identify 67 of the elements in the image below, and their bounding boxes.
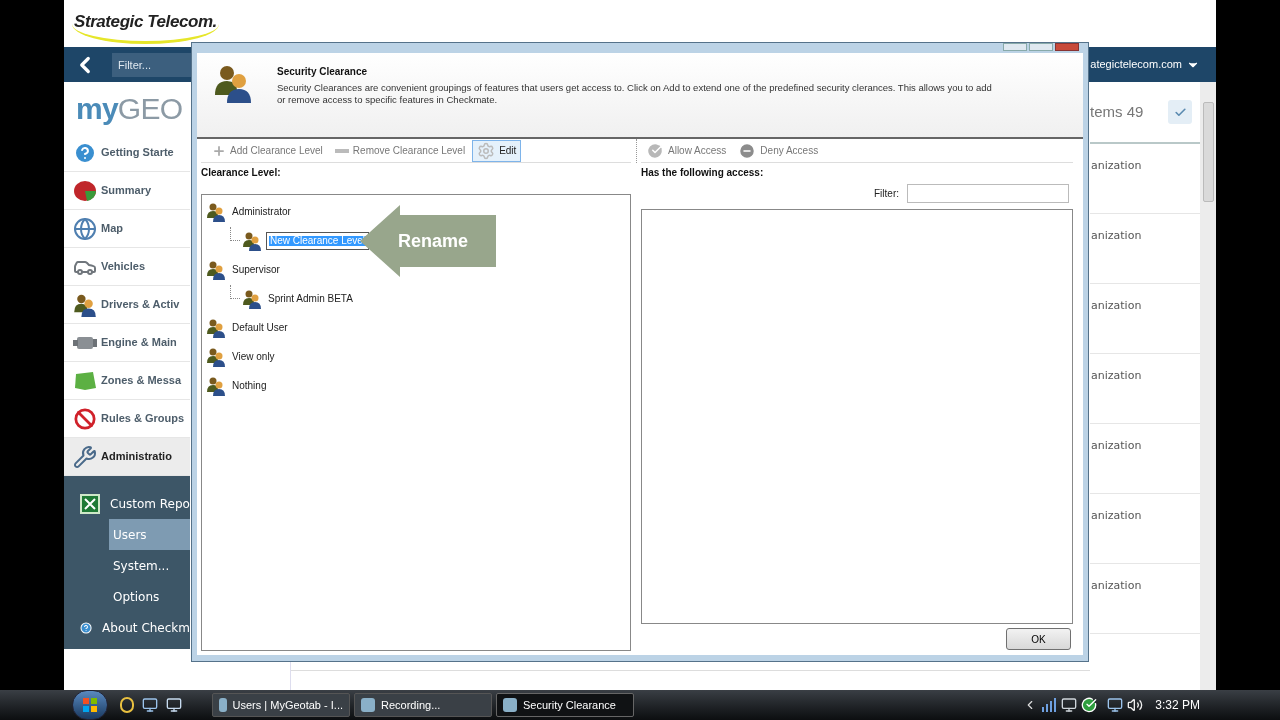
tree-item[interactable]: Default User	[232, 320, 288, 335]
minus-circle-icon	[738, 141, 757, 160]
start-button[interactable]	[72, 690, 108, 720]
scrollbar[interactable]	[1200, 82, 1216, 690]
taskbar-button[interactable]: Security Clearance	[496, 693, 634, 717]
desktop-icon[interactable]	[142, 697, 158, 713]
window-switch-icon[interactable]	[166, 697, 182, 713]
people-icon	[213, 63, 253, 103]
account-menu[interactable]: ategictelecom.com	[1090, 56, 1200, 73]
people-icon	[206, 375, 226, 396]
sidebar-item[interactable]: Vehicles	[64, 248, 190, 286]
zone-shape-icon	[73, 369, 97, 392]
app-icon	[219, 698, 227, 712]
submenu-item[interactable]: About Checkm	[64, 612, 190, 643]
plus-icon	[212, 143, 226, 158]
monitor-icon[interactable]	[1107, 697, 1124, 713]
people-icon	[206, 317, 226, 338]
clock[interactable]: 3:32 PM	[1155, 696, 1200, 714]
submenu-item[interactable]: System...	[109, 550, 190, 581]
no-entry-icon	[74, 407, 96, 430]
taskbar-button[interactable]: Users | MyGeotab - I...	[212, 693, 350, 717]
filter-label: Filter:	[874, 187, 899, 201]
app-icon	[503, 698, 517, 712]
tree-item[interactable]: View only	[232, 349, 275, 364]
app-icon	[361, 698, 375, 712]
people-icon	[206, 201, 226, 222]
dialog-heading: Security Clearance	[277, 65, 369, 79]
sidebar-item[interactable]: Getting Starte	[64, 134, 190, 172]
submenu-item[interactable]: Options	[109, 581, 190, 612]
filter-field[interactable]	[907, 184, 1069, 203]
check-icon	[1173, 105, 1187, 119]
clearance-label: Clearance Level:	[201, 166, 282, 180]
people-icon	[73, 292, 97, 317]
tree-item[interactable]: Administrator	[232, 204, 291, 219]
sidebar-item[interactable]: Summary	[64, 172, 190, 210]
network-icon[interactable]	[1061, 697, 1078, 713]
globe-icon	[73, 216, 97, 241]
tools-icon	[73, 444, 97, 469]
tree-item[interactable]: Nothing	[232, 378, 267, 393]
minus-icon	[334, 148, 349, 153]
people-icon	[242, 288, 262, 309]
sidebar-item[interactable]: Engine & Main	[64, 324, 190, 362]
taskbar-button[interactable]: Recording...	[354, 693, 492, 717]
rename-label: Rename	[398, 230, 469, 253]
toolbar-button[interactable]: Edit	[472, 139, 522, 162]
pie-chart-icon	[73, 179, 97, 202]
sidebar-item[interactable]: Map	[64, 210, 190, 248]
sidebar-item[interactable]: Zones & Messa	[64, 362, 190, 400]
access-label: Has the following access:	[641, 166, 765, 180]
windows-logo-icon	[82, 697, 98, 713]
ok-button[interactable]: OK	[1006, 628, 1071, 650]
spreadsheet-icon	[80, 493, 100, 514]
people-icon	[242, 230, 262, 251]
tree-item[interactable]: Supervisor	[232, 262, 280, 277]
tree-item[interactable]: Sprint Admin BETA	[268, 291, 353, 306]
brand-logo: myGEO	[75, 90, 184, 127]
sidebar-item[interactable]: Administratio	[64, 438, 190, 476]
volume-icon[interactable]	[1127, 697, 1144, 713]
submenu-item[interactable]: Custom Repo	[64, 488, 190, 519]
item-count: tems 49	[1090, 101, 1144, 122]
dialog-description: Security Clearances are convenient groupings of features that users get access to. Click on Add to extend one of the predefined security clerances. This allows you to add or remove access to specific features in Checkmate.	[277, 82, 992, 106]
check-icon[interactable]	[1081, 697, 1098, 713]
sidebar-item[interactable]: Drivers & Activ	[64, 286, 190, 324]
people-icon	[206, 259, 226, 280]
signal-icon	[1041, 698, 1058, 712]
people-icon	[206, 346, 226, 367]
gear-icon	[477, 141, 496, 160]
